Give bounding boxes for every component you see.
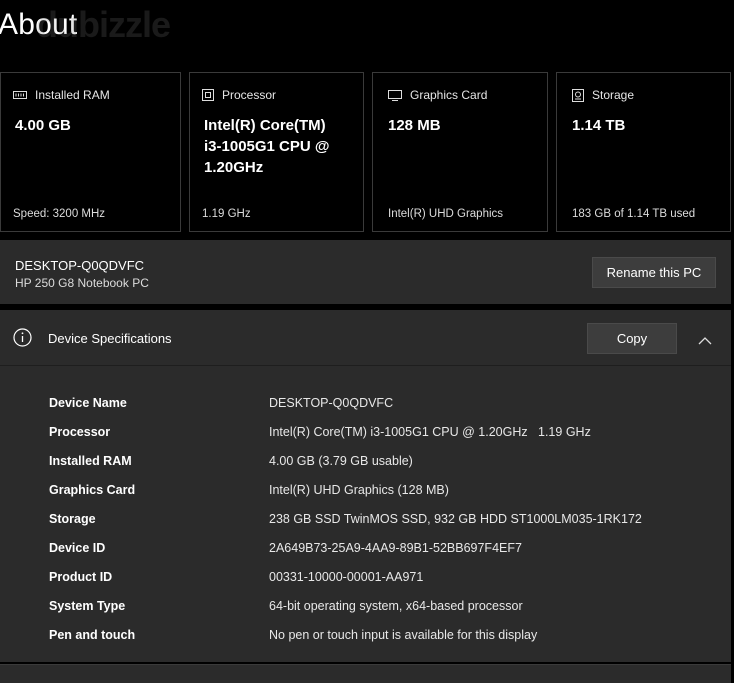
card-value: 1.14 TB xyxy=(572,117,626,134)
card-subtext: Speed: 3200 MHz xyxy=(13,208,106,220)
next-section-strip xyxy=(0,664,731,683)
storage-icon xyxy=(572,88,584,102)
spec-key: System Type xyxy=(49,599,126,613)
card-label: Graphics Card xyxy=(410,88,488,102)
spec-key: Pen and touch xyxy=(49,628,136,642)
spec-key: Graphics Card xyxy=(49,483,136,497)
card-subtext: 183 GB of 1.14 TB used xyxy=(572,208,696,220)
spec-key: Product ID xyxy=(49,570,113,584)
device-specifications-list: Device Name DESKTOP-Q0QDVFC Processor In… xyxy=(0,366,731,662)
spec-row: Installed RAM 4.00 GB (3.79 GB usable) xyxy=(0,447,731,476)
processor-icon xyxy=(202,89,214,101)
pc-name: DESKTOP-Q0QDVFC xyxy=(15,258,145,273)
ram-icon xyxy=(13,90,27,100)
card-graphics-card: Graphics Card 128 MB Intel(R) UHD Graphi… xyxy=(372,72,548,232)
watermark-logo: dubizzle xyxy=(36,4,171,45)
section-title: Device Specifications xyxy=(48,331,172,346)
spec-value: 64-bit operating system, x64-based proce… xyxy=(269,599,523,613)
spec-key: Device Name xyxy=(49,396,127,410)
spec-row: Pen and touch No pen or touch input is a… xyxy=(0,621,731,650)
card-label: Storage xyxy=(592,88,635,102)
spec-value: No pen or touch input is available for t… xyxy=(269,628,538,642)
spec-row: Product ID 00331-10000-00001-AA971 xyxy=(0,563,731,592)
spec-key: Installed RAM xyxy=(49,454,132,468)
card-label: Installed RAM xyxy=(35,88,110,102)
card-value: 128 MB xyxy=(388,117,441,134)
spec-key: Device ID xyxy=(49,541,106,555)
spec-value: DESKTOP-Q0QDVFC xyxy=(269,396,394,410)
card-subtext: 1.19 GHz xyxy=(202,208,251,220)
spec-key: Processor xyxy=(49,425,111,439)
spec-value: 238 GB SSD TwinMOS SSD, 932 GB HDD ST100… xyxy=(269,512,642,526)
spec-row: Device Name DESKTOP-Q0QDVFC xyxy=(0,389,731,418)
rename-pc-button[interactable]: Rename this PC xyxy=(592,257,716,288)
hardware-summary-cards: Installed RAM 4.00 GB Speed: 3200 MHz Pr… xyxy=(0,72,734,232)
card-processor: Processor Intel(R) Core(TM) i3-1005G1 CP… xyxy=(189,72,364,232)
card-value: 4.00 GB xyxy=(15,117,71,134)
spec-value: 2A649B73-25A9-4AA9-89B1-52BB697F4EF7 xyxy=(269,541,522,555)
spec-row: System Type 64-bit operating system, x64… xyxy=(0,592,731,621)
info-icon xyxy=(13,328,32,352)
graphics-card-icon xyxy=(388,89,402,101)
pc-name-panel: DESKTOP-Q0QDVFC HP 250 G8 Notebook PC Re… xyxy=(0,240,731,304)
card-label: Processor xyxy=(222,88,277,102)
copy-button[interactable]: Copy xyxy=(587,323,677,354)
spec-row: Graphics Card Intel(R) UHD Graphics (128… xyxy=(0,476,731,505)
spec-row: Storage 238 GB SSD TwinMOS SSD, 932 GB H… xyxy=(0,505,731,534)
spec-value: 00331-10000-00001-AA971 xyxy=(269,570,424,584)
chevron-up-icon[interactable] xyxy=(698,332,712,350)
device-specifications-header[interactable]: Device Specifications Copy xyxy=(0,310,731,366)
spec-row: Processor Intel(R) Core(TM) i3-1005G1 CP… xyxy=(0,418,731,447)
card-storage: Storage 1.14 TB 183 GB of 1.14 TB used xyxy=(556,72,731,232)
spec-value: Intel(R) UHD Graphics (128 MB) xyxy=(269,483,449,497)
spec-value: Intel(R) Core(TM) i3-1005G1 CPU @ 1.20GH… xyxy=(269,425,591,439)
spec-row: Device ID 2A649B73-25A9-4AA9-89B1-52BB69… xyxy=(0,534,731,563)
spec-key: Storage xyxy=(49,512,96,526)
spec-value: 4.00 GB (3.79 GB usable) xyxy=(269,454,413,468)
card-value: Intel(R) Core(TM) i3-1005G1 CPU @ 1.20GH… xyxy=(204,117,330,176)
card-installed-ram: Installed RAM 4.00 GB Speed: 3200 MHz xyxy=(0,72,181,232)
pc-model: HP 250 G8 Notebook PC xyxy=(15,276,149,290)
card-subtext: Intel(R) UHD Graphics xyxy=(388,208,504,220)
